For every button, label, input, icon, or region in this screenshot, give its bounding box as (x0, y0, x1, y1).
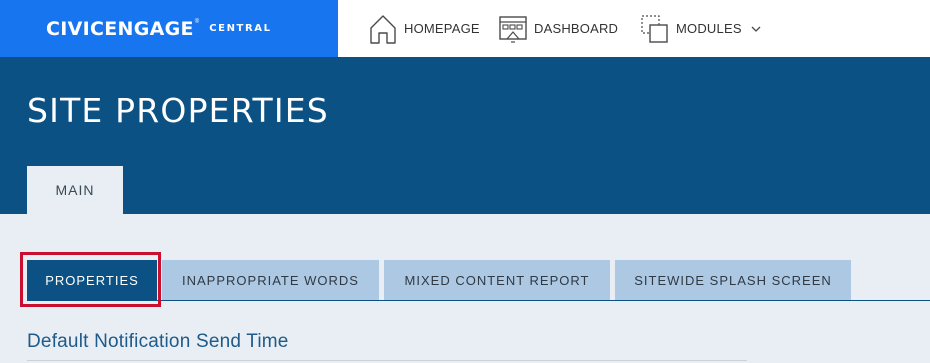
subtab-sitewide-splash-screen[interactable]: SITEWIDE SPLASH SCREEN (615, 260, 851, 300)
nav-modules-label: MODULES (676, 21, 742, 36)
brand-subtitle: CENTRAL (209, 23, 272, 34)
subtab-mixed-content-report[interactable]: MIXED CONTENT REPORT (384, 260, 610, 300)
subtab-inappropriate-words[interactable]: INAPPROPRIATE WORDS (162, 260, 379, 300)
page-title: SITE PROPERTIES (27, 91, 329, 130)
brand-trademark: ® (194, 18, 200, 25)
section-divider (27, 360, 747, 361)
subtab-properties[interactable]: PROPERTIES (27, 260, 157, 300)
section-title: Default Notification Send Time (27, 331, 289, 352)
nav-dashboard[interactable]: DASHBOARD (498, 0, 618, 57)
chevron-down-icon (751, 25, 761, 33)
nav-modules[interactable]: MODULES (640, 0, 761, 57)
tab-main[interactable]: MAIN (27, 166, 123, 214)
nav-homepage[interactable]: HOMEPAGE (368, 0, 480, 57)
nav-dashboard-label: DASHBOARD (534, 21, 619, 36)
brand-name: CIVICENGAGE (46, 17, 194, 40)
subtab-divider (27, 300, 930, 301)
modules-icon (640, 13, 670, 45)
dashboard-icon (498, 14, 528, 44)
page-header: SITE PROPERTIES MAIN (0, 57, 930, 214)
home-icon (368, 13, 398, 45)
nav-homepage-label: HOMEPAGE (404, 21, 480, 36)
top-bar: CIVICENGAGE ® CENTRAL HOMEPAGE DASHBOARD… (0, 0, 930, 57)
brand-logo[interactable]: CIVICENGAGE ® CENTRAL (0, 0, 338, 57)
